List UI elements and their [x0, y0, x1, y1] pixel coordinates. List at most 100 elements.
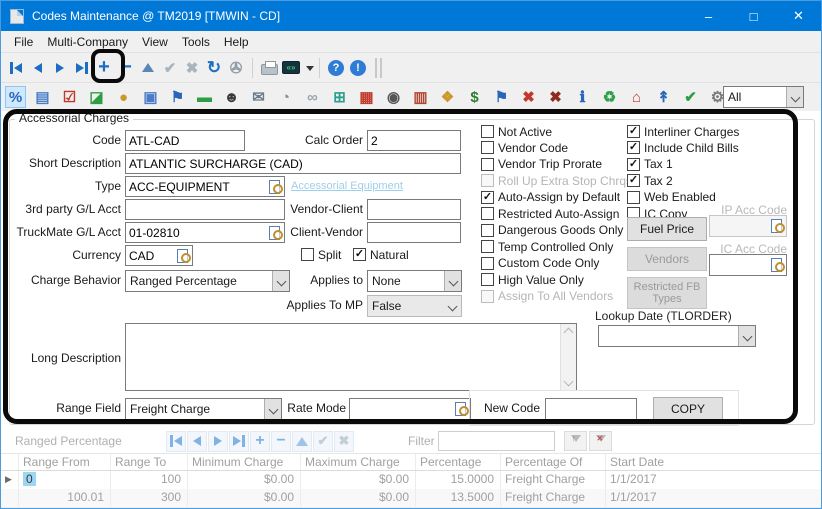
checkbox-vendor-trip-prorate[interactable]: Vendor Trip Prorate: [481, 157, 602, 172]
package-check-icon[interactable]: ❖: [437, 86, 458, 108]
rate-mode-input[interactable]: [350, 402, 454, 416]
lookup-icon[interactable]: [454, 401, 469, 417]
col-maximum-charge[interactable]: Maximum Charge: [301, 454, 416, 470]
grid-post-button[interactable]: ✔: [313, 431, 333, 452]
checkbox-tax-2[interactable]: Tax 2: [627, 173, 673, 188]
grid-delete-button[interactable]: −: [271, 431, 291, 452]
flag2-icon[interactable]: ⚑: [491, 86, 512, 108]
col-start-date[interactable]: Start Date: [606, 454, 822, 470]
last-record-button[interactable]: [71, 56, 93, 80]
lookup-icon[interactable]: [268, 179, 283, 195]
cancel-edit-button[interactable]: ✖: [181, 56, 203, 80]
lookup-icon[interactable]: [770, 218, 785, 234]
doc-info-icon[interactable]: ℹ: [572, 86, 593, 108]
checkbox-not-active[interactable]: Not Active: [481, 124, 552, 139]
checkbox-restricted-auto-assign[interactable]: Restricted Auto-Assign: [481, 206, 619, 221]
menu-tools[interactable]: Tools: [175, 33, 217, 51]
checkbox-temp-controlled-only[interactable]: Temp Controlled Only: [481, 239, 613, 254]
currency-input[interactable]: [126, 249, 176, 263]
table-row[interactable]: ▶ 0 100 $0.00 $0.00 15.0000 Freight Char…: [1, 471, 822, 489]
client-vendor-input[interactable]: [368, 226, 460, 240]
grid-prior-button[interactable]: [187, 431, 207, 452]
new-code-input[interactable]: [546, 402, 636, 416]
category-filter-combo[interactable]: All: [723, 86, 804, 108]
checkbox-include-child-bills[interactable]: Include Child Bills: [627, 140, 739, 155]
checkbox-tax-1[interactable]: Tax 1: [627, 157, 673, 172]
screen-select-dropdown[interactable]: [302, 56, 314, 80]
recycle-icon[interactable]: ♻: [599, 86, 620, 108]
checkbox-vendor-code[interactable]: Vendor Code: [481, 140, 568, 155]
code-input[interactable]: [126, 134, 244, 148]
notes-icon[interactable]: ▤: [32, 86, 53, 108]
col-percentage-of[interactable]: Percentage Of: [501, 454, 606, 470]
approve-icon[interactable]: ✔: [680, 86, 701, 108]
natural-checkbox[interactable]: Natural: [353, 247, 409, 262]
grid-next-button[interactable]: [208, 431, 228, 452]
grid-first-button[interactable]: [166, 431, 186, 452]
menu-help[interactable]: Help: [217, 33, 256, 51]
prior-record-button[interactable]: [27, 56, 49, 80]
refresh-button[interactable]: ↻: [203, 56, 225, 80]
table-row[interactable]: 100.01 300 $0.00 $0.00 13.5000 Freight C…: [1, 489, 822, 507]
close-button[interactable]: ✕: [776, 1, 821, 31]
maximize-button[interactable]: □: [731, 1, 776, 31]
ic-acc-code-input[interactable]: [710, 258, 770, 272]
next-record-button[interactable]: [49, 56, 71, 80]
scrollbar[interactable]: [560, 324, 576, 390]
copy-button[interactable]: COPY: [653, 397, 723, 420]
network-delete-icon[interactable]: ✖: [518, 86, 539, 108]
filter-input[interactable]: [438, 431, 555, 451]
network-delete2-icon[interactable]: ✖: [545, 86, 566, 108]
apply-filter-button[interactable]: ↑: [564, 431, 587, 451]
col-range-to[interactable]: Range To: [111, 454, 188, 470]
home-icon[interactable]: ⌂: [626, 86, 647, 108]
grid-edit-button[interactable]: [292, 431, 312, 452]
calc-order-input[interactable]: [368, 134, 460, 148]
checkbox-custom-code-only[interactable]: Custom Code Only: [481, 256, 599, 271]
driver-icon[interactable]: ☻: [221, 86, 242, 108]
money-pouch-icon[interactable]: ●: [113, 86, 134, 108]
clear-filter-button[interactable]: ✕: [589, 431, 612, 451]
chevron-down-icon[interactable]: [444, 271, 461, 291]
first-record-button[interactable]: [5, 56, 27, 80]
attach-button[interactable]: ✇: [225, 56, 247, 80]
title-bar[interactable]: Codes Maintenance @ TM2019 [TMWIN - CD] …: [1, 1, 821, 31]
lookup-icon[interactable]: [176, 248, 191, 264]
checklist-icon[interactable]: ☑: [59, 86, 80, 108]
col-percentage[interactable]: Percentage: [416, 454, 501, 470]
lookup-date-combo[interactable]: [598, 325, 756, 347]
col-minimum-charge[interactable]: Minimum Charge: [188, 454, 301, 470]
restricted-fb-types-button[interactable]: Restricted FB Types: [627, 277, 707, 309]
range-field-combo[interactable]: Freight Charge: [125, 398, 282, 420]
split-checkbox[interactable]: Split: [301, 247, 341, 262]
accessorial-charges-icon[interactable]: %: [5, 86, 26, 108]
menu-view[interactable]: View: [135, 33, 175, 51]
chevron-down-icon[interactable]: [738, 326, 755, 346]
vendor-client-input[interactable]: [368, 203, 460, 217]
menu-file[interactable]: File: [7, 33, 40, 51]
checkbox-auto-assign-by-default[interactable]: Auto-Assign by Default: [481, 190, 620, 205]
mail-check-icon[interactable]: ✉: [248, 86, 269, 108]
fax-icon[interactable]: ▥: [410, 86, 431, 108]
tree-up-icon[interactable]: ↟: [653, 86, 674, 108]
copy-documents-icon[interactable]: ▣: [140, 86, 161, 108]
chevron-down-icon[interactable]: [786, 87, 803, 107]
camera-icon[interactable]: ◉: [383, 86, 404, 108]
org-chart-icon[interactable]: ⊞: [329, 86, 350, 108]
link-icon[interactable]: ∞: [302, 86, 323, 108]
lookup-icon[interactable]: [770, 257, 785, 273]
chart-icon[interactable]: ◪: [86, 86, 107, 108]
about-button[interactable]: !: [347, 56, 369, 80]
type-input[interactable]: [126, 180, 268, 194]
print-button[interactable]: [258, 56, 280, 80]
calendar-icon[interactable]: ▦: [356, 86, 377, 108]
ip-acc-code-input[interactable]: [710, 219, 770, 233]
checkbox-interliner-charges[interactable]: Interliner Charges: [627, 124, 739, 139]
money-transfer-icon[interactable]: $: [464, 86, 485, 108]
help-button[interactable]: ?: [325, 56, 347, 80]
grid-cancel-button[interactable]: ✖: [334, 431, 354, 452]
short-description-input[interactable]: [126, 157, 460, 171]
grid-insert-button[interactable]: +: [250, 431, 270, 452]
checkbox-dangerous-goods-only[interactable]: Dangerous Goods Only: [481, 223, 623, 238]
minimize-button[interactable]: –: [686, 1, 731, 31]
